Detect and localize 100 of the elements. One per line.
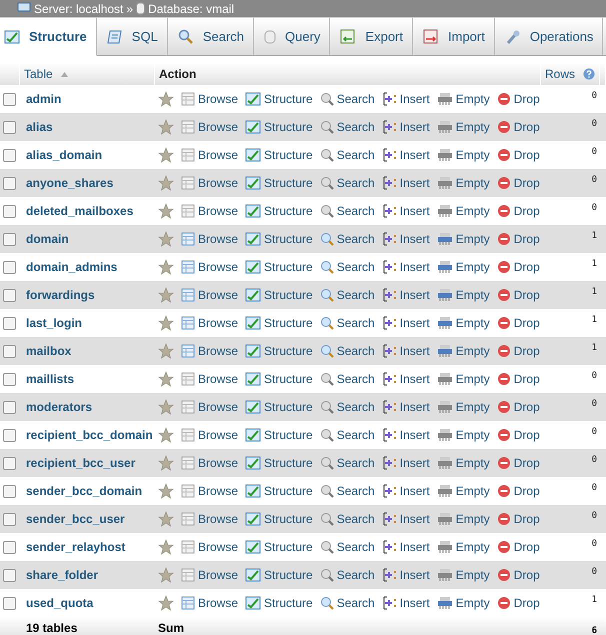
action-link[interactable]: Drop xyxy=(496,512,540,526)
table-name-link[interactable]: share_folder xyxy=(26,568,98,582)
action-link[interactable]: Insert xyxy=(382,568,430,582)
action-link[interactable]: Structure xyxy=(245,92,313,106)
action-link[interactable]: Search xyxy=(320,288,375,302)
action-link[interactable]: Insert xyxy=(382,596,430,610)
action-link[interactable]: Browse xyxy=(181,204,238,218)
action-link[interactable]: Browse xyxy=(181,456,238,470)
action-link[interactable]: Structure xyxy=(245,316,313,330)
action-link[interactable]: Empty xyxy=(436,344,490,358)
action-link[interactable]: Insert xyxy=(382,400,430,414)
tab[interactable]: Operations xyxy=(494,17,604,55)
action-link[interactable]: Structure xyxy=(245,232,313,246)
action-link[interactable]: Structure xyxy=(245,260,313,274)
action-link[interactable]: Search xyxy=(320,316,375,330)
row-checkbox[interactable] xyxy=(3,148,16,162)
star-icon[interactable] xyxy=(158,119,174,135)
action-link[interactable]: Insert xyxy=(382,176,430,190)
action-link[interactable]: Search xyxy=(320,372,375,386)
action-link[interactable]: Browse xyxy=(181,484,238,498)
action-link[interactable]: Search xyxy=(320,484,375,498)
table-name-link[interactable]: deleted_mailboxes xyxy=(26,204,134,218)
action-link[interactable]: Drop xyxy=(496,344,540,358)
action-link[interactable]: Browse xyxy=(181,92,238,106)
action-link[interactable]: Insert xyxy=(382,260,430,274)
action-link[interactable]: Insert xyxy=(382,232,430,246)
tab[interactable]: Query xyxy=(254,17,330,55)
action-link[interactable]: Browse xyxy=(181,568,238,582)
action-link[interactable]: Insert xyxy=(382,288,430,302)
action-link[interactable]: Empty xyxy=(436,288,490,302)
action-link[interactable]: Structure xyxy=(245,288,313,302)
action-link[interactable]: Structure xyxy=(245,204,313,218)
action-link[interactable]: Browse xyxy=(181,428,238,442)
star-icon[interactable] xyxy=(158,315,174,331)
row-checkbox[interactable] xyxy=(3,400,16,414)
action-link[interactable]: Search xyxy=(320,596,375,610)
action-link[interactable]: Insert xyxy=(382,316,430,330)
action-link[interactable]: Browse xyxy=(181,120,238,134)
action-link[interactable]: Drop xyxy=(496,484,540,498)
action-link[interactable]: Empty xyxy=(436,232,490,246)
action-link[interactable]: Drop xyxy=(496,260,540,274)
table-name-link[interactable]: recipient_bcc_user xyxy=(26,456,136,470)
action-link[interactable]: Empty xyxy=(436,428,490,442)
table-name-link[interactable]: moderators xyxy=(26,400,92,414)
star-icon[interactable] xyxy=(158,287,174,303)
action-link[interactable]: Browse xyxy=(181,512,238,526)
star-icon[interactable] xyxy=(158,427,174,443)
action-link[interactable]: Search xyxy=(320,260,375,274)
star-icon[interactable] xyxy=(158,203,174,219)
table-name-link[interactable]: anyone_shares xyxy=(26,176,114,190)
action-link[interactable]: Structure xyxy=(245,176,313,190)
action-link[interactable]: Search xyxy=(320,428,375,442)
action-link[interactable]: Browse xyxy=(181,260,238,274)
action-link[interactable]: Insert xyxy=(382,484,430,498)
row-checkbox[interactable] xyxy=(3,176,16,190)
action-link[interactable]: Structure xyxy=(245,596,313,610)
star-icon[interactable] xyxy=(158,483,174,499)
action-link[interactable]: Search xyxy=(320,232,375,246)
action-link[interactable]: Search xyxy=(320,120,375,134)
server-link[interactable]: Server: localhost xyxy=(34,2,124,16)
row-checkbox[interactable] xyxy=(3,372,16,386)
action-link[interactable]: Empty xyxy=(436,176,490,190)
row-checkbox[interactable] xyxy=(3,484,16,498)
action-link[interactable]: Empty xyxy=(436,260,490,274)
action-link[interactable]: Insert xyxy=(382,512,430,526)
action-link[interactable]: Structure xyxy=(245,120,313,134)
action-link[interactable]: Empty xyxy=(436,568,490,582)
table-name-link[interactable]: recipient_bcc_domain xyxy=(26,428,153,442)
action-link[interactable]: Insert xyxy=(382,344,430,358)
action-link[interactable]: Empty xyxy=(436,456,490,470)
action-link[interactable]: Search xyxy=(320,400,375,414)
action-link[interactable]: Empty xyxy=(436,400,490,414)
action-link[interactable]: Structure xyxy=(245,372,313,386)
star-icon[interactable] xyxy=(158,567,174,583)
action-link[interactable]: Drop xyxy=(496,372,540,386)
table-name-link[interactable]: sender_relayhost xyxy=(26,540,126,554)
action-link[interactable]: Drop xyxy=(496,540,540,554)
row-checkbox[interactable] xyxy=(3,428,16,442)
row-checkbox[interactable] xyxy=(3,204,16,218)
action-link[interactable]: Search xyxy=(320,540,375,554)
row-checkbox[interactable] xyxy=(3,568,16,582)
row-checkbox[interactable] xyxy=(3,512,16,526)
action-link[interactable]: Empty xyxy=(436,316,490,330)
action-link[interactable]: Drop xyxy=(496,400,540,414)
action-link[interactable]: Empty xyxy=(436,512,490,526)
table-name-link[interactable]: maillists xyxy=(26,372,74,386)
action-link[interactable]: Structure xyxy=(245,568,313,582)
table-name-link[interactable]: last_login xyxy=(26,316,82,330)
row-checkbox[interactable] xyxy=(3,260,16,274)
action-link[interactable]: Search xyxy=(320,568,375,582)
action-link[interactable]: Search xyxy=(320,204,375,218)
action-link[interactable]: Drop xyxy=(496,232,540,246)
action-link[interactable]: Empty xyxy=(436,372,490,386)
star-icon[interactable] xyxy=(158,539,174,555)
action-link[interactable]: Drop xyxy=(496,92,540,106)
action-link[interactable]: Search xyxy=(320,148,375,162)
tab[interactable]: Structure xyxy=(0,17,97,56)
action-link[interactable]: Structure xyxy=(245,512,313,526)
action-link[interactable]: Drop xyxy=(496,148,540,162)
star-icon[interactable] xyxy=(158,91,174,107)
